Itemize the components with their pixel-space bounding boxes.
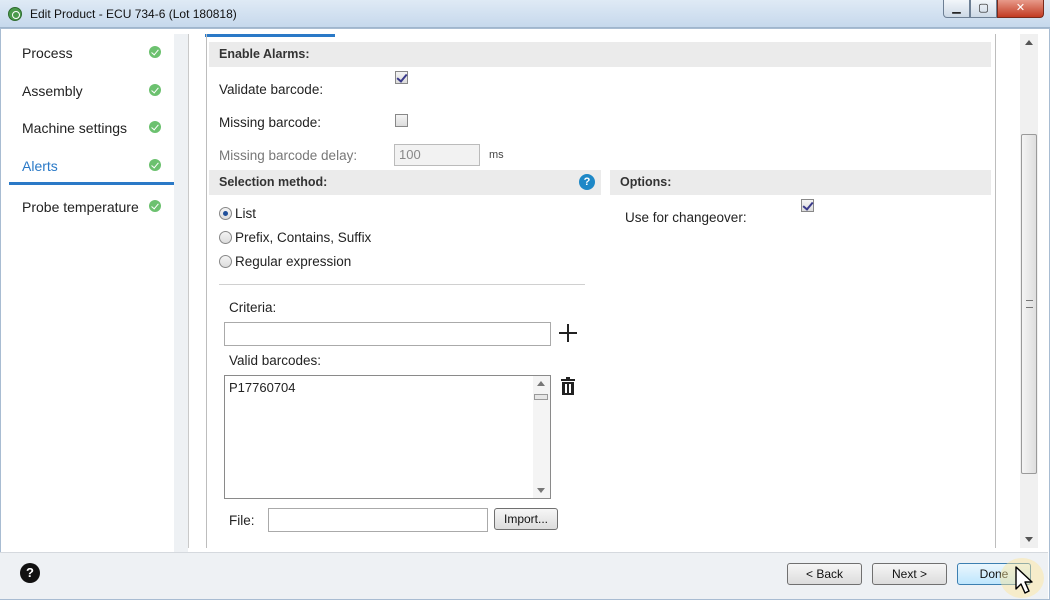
next-button[interactable]: Next > — [872, 563, 947, 585]
add-criteria-icon[interactable] — [559, 324, 577, 342]
content-panel: Enable Alarms: Validate barcode: Missing… — [188, 34, 1020, 548]
help-icon[interactable]: ? — [20, 563, 40, 583]
sidebar-divider — [174, 34, 188, 552]
sidebar-item-label: Process — [22, 45, 73, 61]
window-controls: ▁ ▢ ✕ — [943, 0, 1044, 20]
help-icon[interactable]: ? — [579, 174, 595, 190]
scroll-down-icon[interactable] — [537, 488, 545, 493]
selection-method-header: Selection method: ? — [209, 170, 601, 195]
file-input[interactable] — [268, 508, 488, 532]
divider — [219, 284, 585, 285]
main-scrollbar[interactable] — [1020, 34, 1038, 548]
sidebar: Process Assembly Machine settings Alerts… — [9, 34, 174, 552]
scroll-up-icon[interactable] — [1025, 40, 1033, 45]
sidebar-item-alerts[interactable]: Alerts — [9, 152, 174, 185]
window-title: Edit Product - ECU 734-6 (Lot 180818) — [30, 7, 237, 21]
selection-method-title: Selection method: — [219, 175, 328, 189]
sidebar-item-label: Alerts — [22, 158, 58, 174]
mouse-cursor-icon — [1015, 566, 1033, 594]
scroll-up-icon[interactable] — [537, 381, 545, 386]
list-item[interactable]: P17760704 — [229, 380, 296, 395]
options-header: Options: — [610, 170, 991, 195]
check-icon — [149, 84, 161, 96]
scroll-down-icon[interactable] — [1025, 537, 1033, 542]
radio-prefix-contains-suffix[interactable] — [219, 231, 232, 244]
sidebar-item-probe-temperature[interactable]: Probe temperature — [9, 193, 174, 223]
delete-barcode-icon[interactable] — [561, 377, 575, 395]
sidebar-item-assembly[interactable]: Assembly — [9, 77, 174, 107]
title-bar: Edit Product - ECU 734-6 (Lot 180818) ▁ … — [0, 0, 1050, 28]
radio-regular-expression-label: Regular expression — [235, 254, 352, 269]
alerts-form: Enable Alarms: Validate barcode: Missing… — [206, 34, 996, 548]
valid-barcodes-label: Valid barcodes: — [229, 353, 322, 368]
sidebar-item-label: Machine settings — [22, 120, 128, 136]
check-icon — [149, 159, 161, 171]
close-button[interactable]: ✕ — [997, 0, 1044, 18]
sidebar-item-label: Probe temperature — [22, 199, 139, 215]
radio-list-label: List — [235, 206, 257, 221]
scroll-thumb[interactable] — [534, 394, 548, 400]
check-icon — [149, 121, 161, 133]
minimize-button[interactable]: ▁ — [943, 0, 970, 18]
radio-regular-expression[interactable] — [219, 255, 232, 268]
import-button[interactable]: Import... — [494, 508, 558, 530]
list-scrollbar[interactable] — [533, 376, 550, 498]
file-label: File: — [229, 513, 255, 528]
check-icon — [149, 46, 161, 58]
missing-barcode-label: Missing barcode: — [219, 115, 322, 130]
validate-barcode-checkbox[interactable] — [395, 71, 408, 84]
enable-alarms-header: Enable Alarms: — [209, 42, 991, 67]
app-icon — [8, 7, 22, 21]
footer: ? < Back Next > Done — [0, 552, 1048, 599]
radio-list[interactable] — [219, 207, 232, 220]
use-for-changeover-label: Use for changeover: — [625, 210, 747, 225]
validate-barcode-label: Validate barcode: — [219, 82, 324, 97]
valid-barcodes-list[interactable]: P17760704 — [224, 375, 551, 499]
missing-barcode-delay-label: Missing barcode delay: — [219, 148, 358, 163]
delay-unit: ms — [489, 149, 504, 161]
sidebar-item-label: Assembly — [22, 83, 83, 99]
check-icon — [149, 200, 161, 212]
scroll-thumb[interactable] — [1021, 134, 1037, 474]
missing-barcode-checkbox[interactable] — [395, 114, 408, 127]
sidebar-item-process[interactable]: Process — [9, 39, 174, 69]
criteria-label: Criteria: — [229, 300, 277, 315]
maximize-button[interactable]: ▢ — [970, 0, 997, 18]
missing-barcode-delay-input[interactable]: 100 — [394, 144, 480, 166]
sidebar-item-machine-settings[interactable]: Machine settings — [9, 114, 174, 144]
criteria-input[interactable] — [224, 322, 551, 346]
back-button[interactable]: < Back — [787, 563, 862, 585]
radio-prefix-contains-suffix-label: Prefix, Contains, Suffix — [235, 230, 372, 245]
use-for-changeover-checkbox[interactable] — [801, 199, 814, 212]
